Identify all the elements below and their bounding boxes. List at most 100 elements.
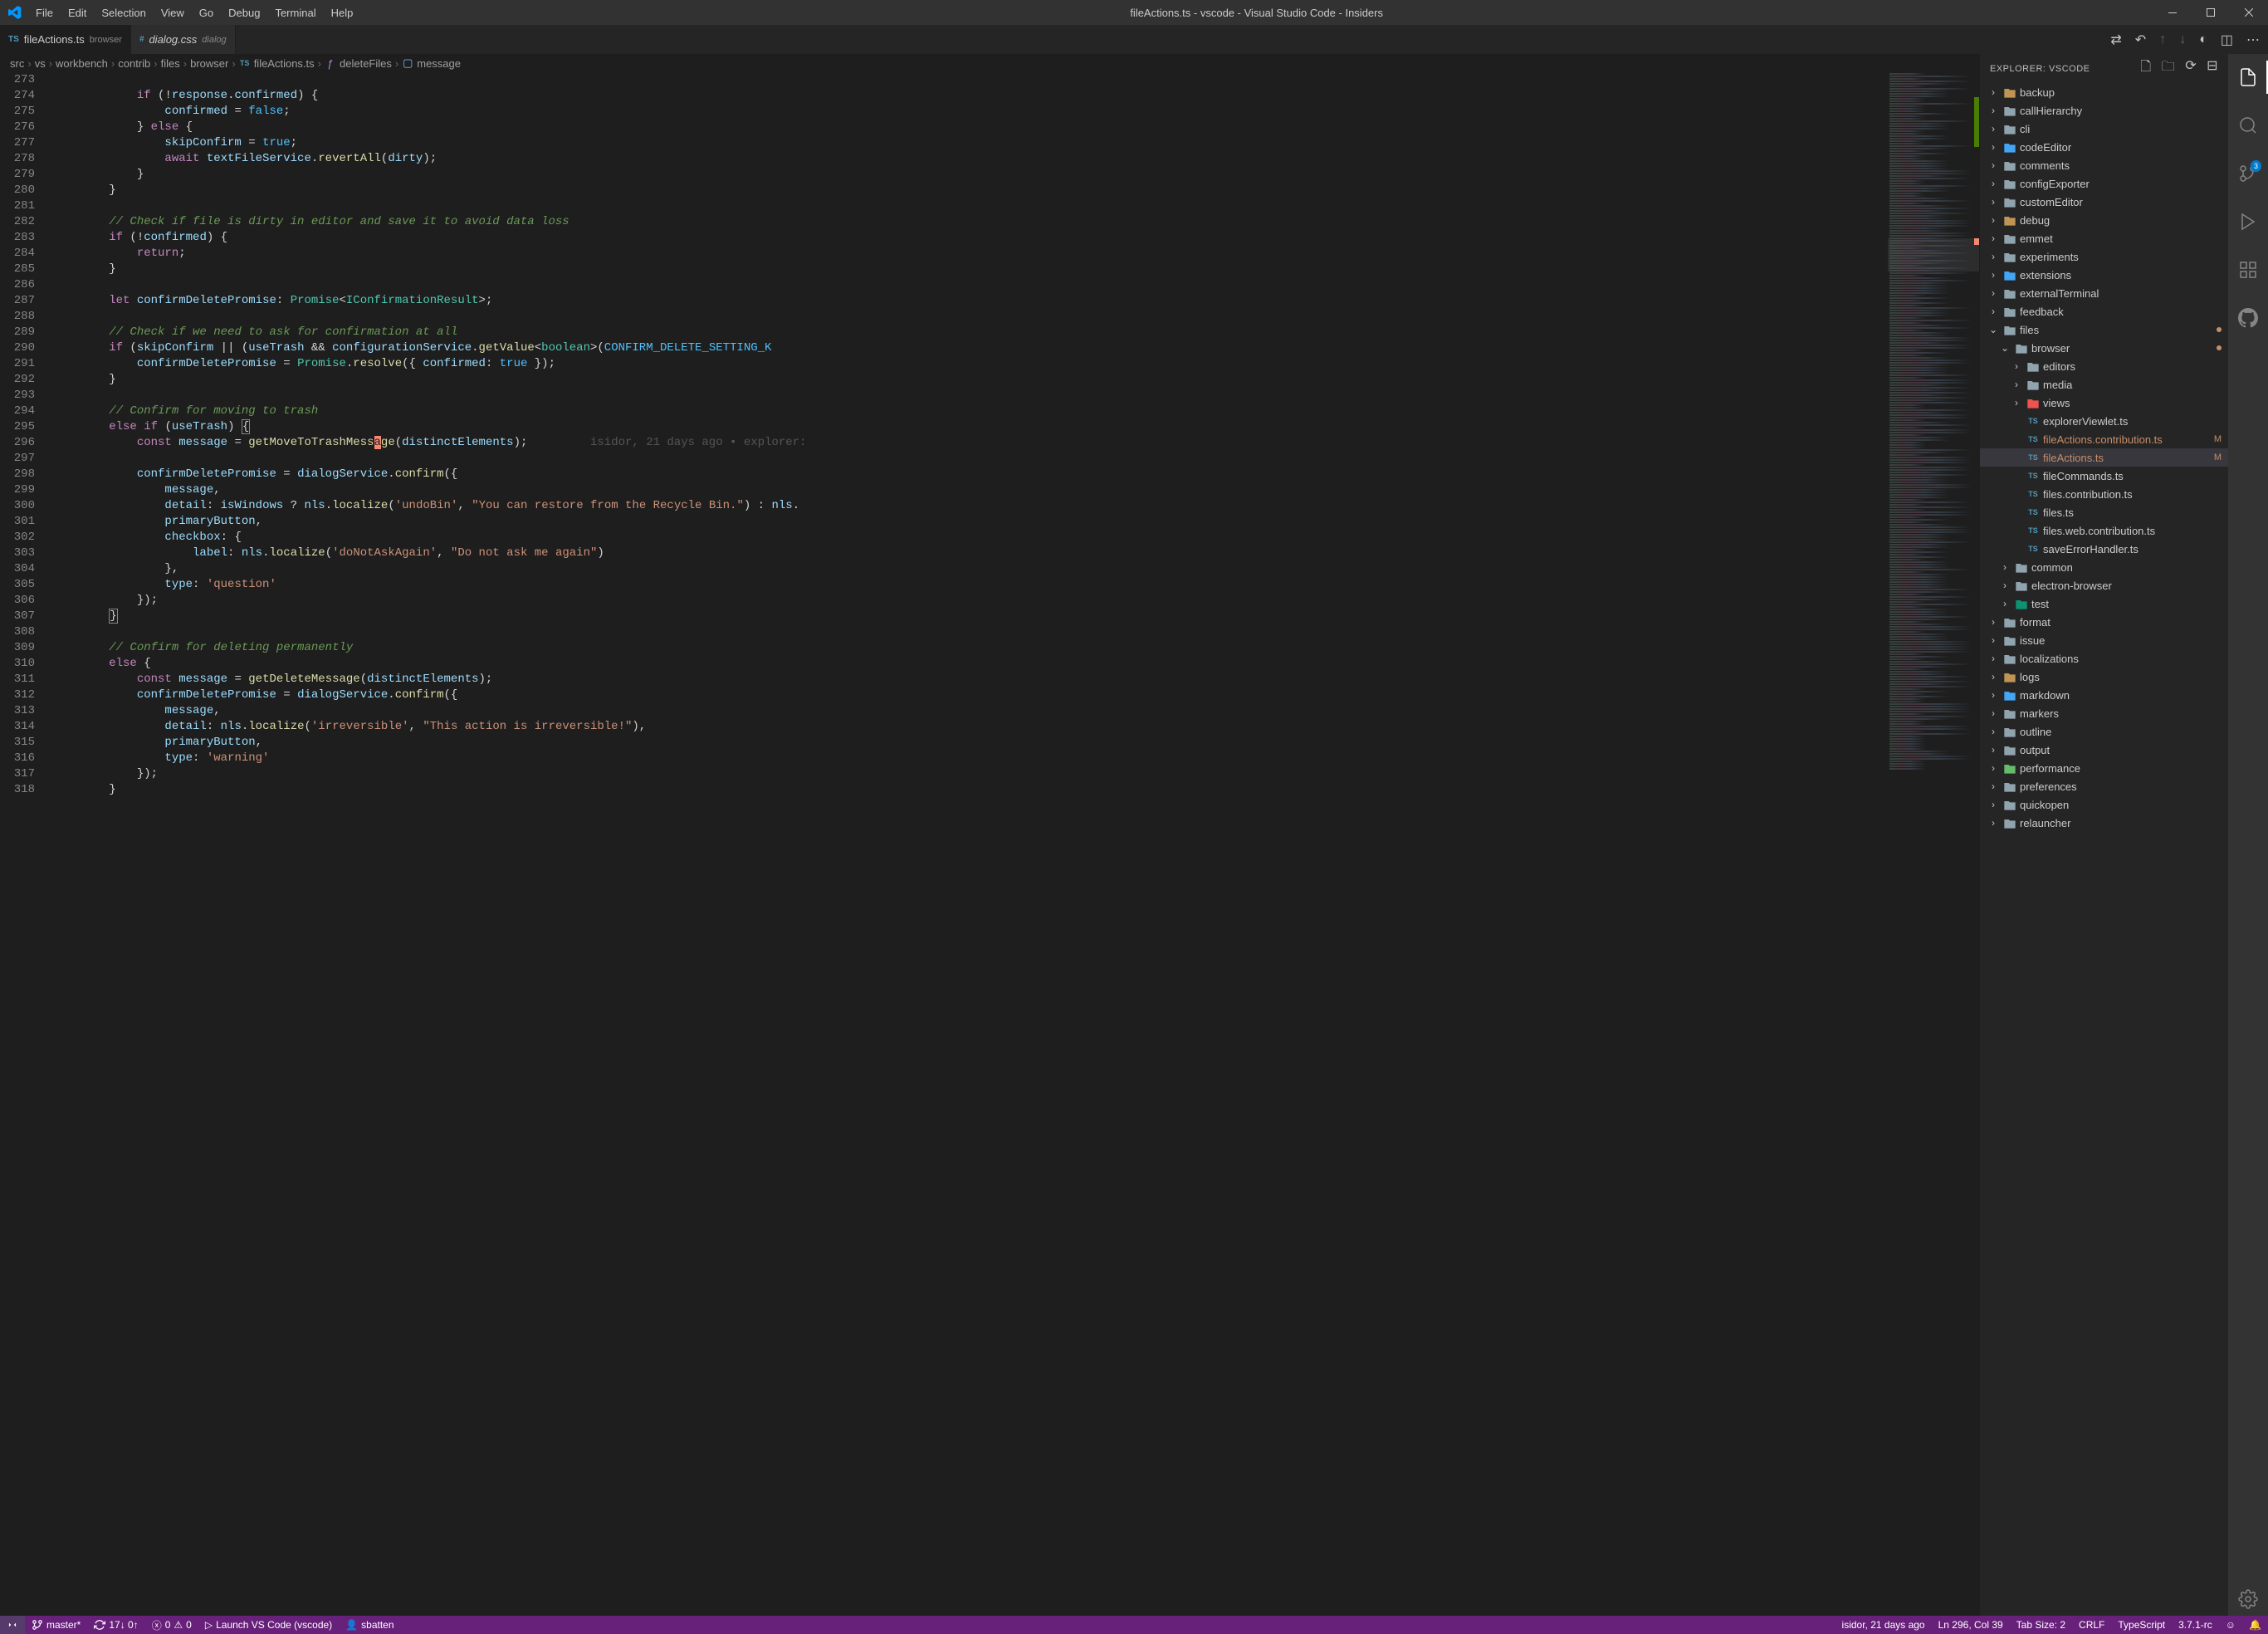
twistie-icon[interactable]: › [1998,598,2011,609]
folder-experiments[interactable]: ›experiments [1980,247,2228,266]
folder-extensions[interactable]: ›extensions [1980,266,2228,284]
line-number[interactable]: 280 [0,183,35,198]
twistie-icon[interactable]: › [1987,287,2000,299]
line-number[interactable]: 288 [0,309,35,325]
more-actions-icon[interactable]: ⋯ [2246,32,2260,48]
compare-icon[interactable]: ⇄ [2110,32,2121,48]
twistie-icon[interactable]: › [1987,653,2000,664]
twistie-icon[interactable]: › [1987,232,2000,244]
line-number[interactable]: 305 [0,577,35,593]
twistie-icon[interactable]: › [1987,744,2000,756]
menu-edit[interactable]: Edit [61,7,93,19]
folder-markdown[interactable]: ›markdown [1980,686,2228,704]
code-line[interactable]: // Check if we need to ask for confirmat… [53,325,1888,340]
line-number[interactable]: 309 [0,640,35,656]
breadcrumb-item[interactable]: workbench [56,57,108,70]
line-number[interactable]: 289 [0,325,35,340]
code-line[interactable]: } [53,262,1888,277]
git-blame-status[interactable]: isidor, 21 days ago [1835,1619,1932,1631]
cursor-position[interactable]: Ln 296, Col 39 [1932,1619,2010,1631]
line-number[interactable]: 300 [0,498,35,514]
collapse-all-icon[interactable]: ⊟ [2207,57,2218,80]
code-line[interactable]: confirmDeletePromise = Promise.resolve({… [53,356,1888,372]
code-line[interactable]: }, [53,561,1888,577]
twistie-icon[interactable]: › [1987,634,2000,646]
folder-comments[interactable]: ›comments [1980,156,2228,174]
twistie-icon[interactable]: › [1998,580,2011,591]
line-number[interactable]: 285 [0,262,35,277]
line-number[interactable]: 314 [0,719,35,735]
twistie-icon[interactable]: › [2010,360,2023,372]
search-activity-icon[interactable] [2228,109,2268,142]
line-number[interactable]: 286 [0,277,35,293]
folder-output[interactable]: ›output [1980,741,2228,759]
code-line[interactable] [53,198,1888,214]
folder-externalTerminal[interactable]: ›externalTerminal [1980,284,2228,302]
line-number[interactable]: 284 [0,246,35,262]
file-fileCommands-ts[interactable]: TSfileCommands.ts [1980,467,2228,485]
code-line[interactable]: } else { [53,120,1888,135]
twistie-icon[interactable]: › [1987,799,2000,810]
toggle-icon[interactable]: ◐ [2199,32,2207,47]
indentation[interactable]: Tab Size: 2 [2010,1619,2072,1631]
code-line[interactable]: } [53,782,1888,798]
twistie-icon[interactable]: › [1987,214,2000,226]
minimap[interactable] [1888,72,1979,1616]
code-line[interactable]: confirmed = false; [53,104,1888,120]
breadcrumb-item[interactable]: message [417,57,461,70]
line-number[interactable]: 306 [0,593,35,609]
menu-help[interactable]: Help [325,7,360,19]
folder-browser[interactable]: ⌄browser [1980,339,2228,357]
line-number[interactable]: 308 [0,624,35,640]
code-line[interactable] [53,309,1888,325]
folder-files[interactable]: ⌄files [1980,320,2228,339]
folder-feedback[interactable]: ›feedback [1980,302,2228,320]
feedback-icon[interactable]: ☺ [2219,1619,2242,1631]
git-branch[interactable]: master* [25,1616,87,1634]
code-line[interactable]: } [53,609,1888,624]
split-editor-icon[interactable]: ◫ [2221,32,2233,48]
code-line[interactable]: message, [53,703,1888,719]
folder-media[interactable]: ›media [1980,375,2228,394]
code-line[interactable]: return; [53,246,1888,262]
file-fileActions-ts[interactable]: TSfileActions.tsM [1980,448,2228,467]
code-line[interactable] [53,277,1888,293]
line-number[interactable]: 304 [0,561,35,577]
language-mode[interactable]: TypeScript [2111,1619,2172,1631]
code-line[interactable]: if (!response.confirmed) { [53,88,1888,104]
breadcrumb-item[interactable]: files [161,57,180,70]
folder-editors[interactable]: ›editors [1980,357,2228,375]
twistie-icon[interactable]: › [1987,306,2000,317]
file-fileActions-contribution-ts[interactable]: TSfileActions.contribution.tsM [1980,430,2228,448]
line-number[interactable]: 312 [0,687,35,703]
folder-common[interactable]: ›common [1980,558,2228,576]
line-number[interactable]: 291 [0,356,35,372]
twistie-icon[interactable]: › [1987,726,2000,737]
twistie-icon[interactable]: › [1987,817,2000,829]
extensions-activity-icon[interactable] [2228,253,2268,286]
scm-activity-icon[interactable]: 3 [2228,157,2268,190]
breadcrumb-item[interactable]: fileActions.ts [254,57,315,70]
code-line[interactable]: // Confirm for moving to trash [53,404,1888,419]
line-number[interactable]: 295 [0,419,35,435]
folder-debug[interactable]: ›debug [1980,211,2228,229]
code-line[interactable] [53,388,1888,404]
code-line[interactable]: detail: nls.localize('irreversible', "Th… [53,719,1888,735]
line-number[interactable]: 278 [0,151,35,167]
line-number[interactable]: 282 [0,214,35,230]
line-number[interactable]: 273 [0,72,35,88]
twistie-icon[interactable]: ⌄ [1998,342,2011,354]
code-line[interactable]: confirmDeletePromise = dialogService.con… [53,687,1888,703]
line-number[interactable]: 287 [0,293,35,309]
folder-preferences[interactable]: ›preferences [1980,777,2228,795]
code-line[interactable]: else { [53,656,1888,672]
file-explorerViewlet-ts[interactable]: TSexplorerViewlet.ts [1980,412,2228,430]
folder-emmet[interactable]: ›emmet [1980,229,2228,247]
notifications-icon[interactable]: 🔔 [2242,1619,2268,1631]
menu-debug[interactable]: Debug [222,7,266,19]
file-saveErrorHandler-ts[interactable]: TSsaveErrorHandler.ts [1980,540,2228,558]
code-line[interactable]: // Confirm for deleting permanently [53,640,1888,656]
twistie-icon[interactable]: › [1987,251,2000,262]
menu-go[interactable]: Go [193,7,220,19]
twistie-icon[interactable]: › [1987,105,2000,116]
